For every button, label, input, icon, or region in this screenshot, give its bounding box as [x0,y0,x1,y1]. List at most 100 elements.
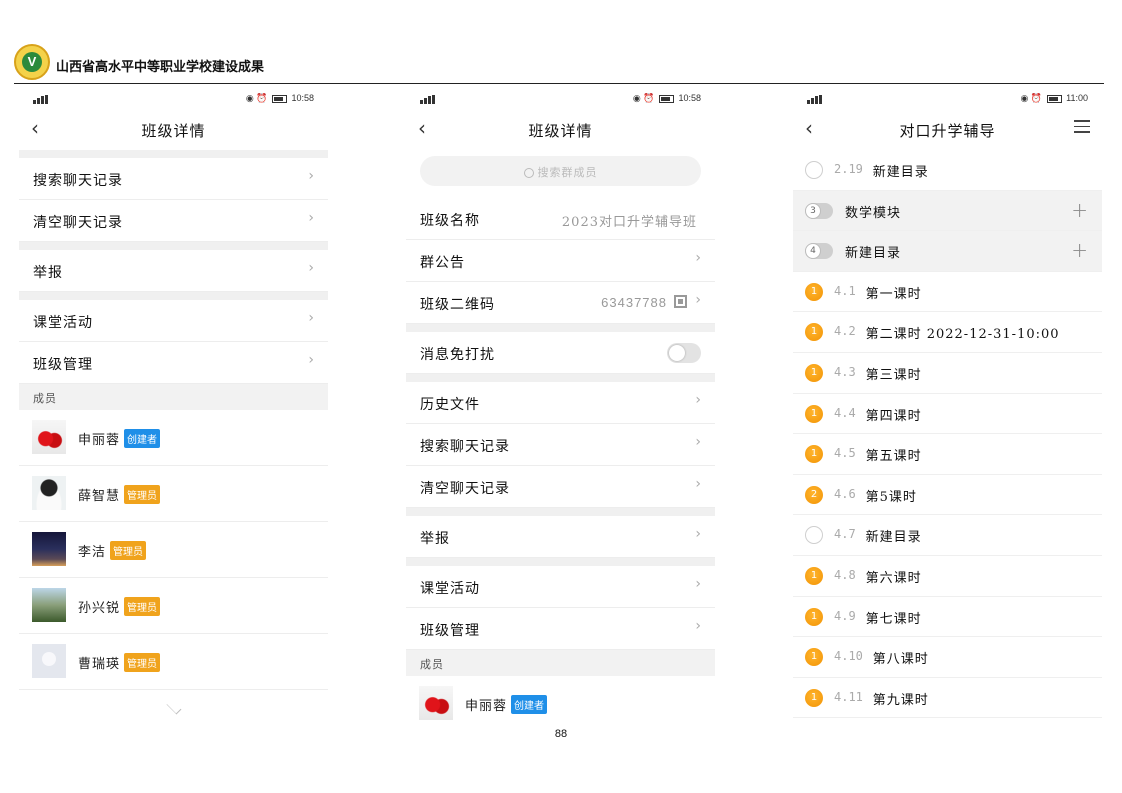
divider [406,558,715,566]
lesson-row[interactable]: 1 4.8 第六课时 [793,556,1102,597]
signal-icon [420,93,454,105]
page-number: 88 [554,728,568,740]
status-time: 11:00 [1066,93,1088,103]
lesson-number: 4.10 [834,649,863,664]
class-activity-row[interactable]: 课堂活动 › [19,300,328,342]
page-title: 对口升学辅导 [899,122,996,140]
lesson-number: 4.1 [834,283,856,298]
lesson-row[interactable]: 4.7 新建目录 [793,515,1102,556]
chevron-right-icon: › [308,352,314,368]
lesson-title: 第5课时 [865,489,917,505]
back-icon[interactable]: ‹ [805,116,813,140]
row-label: 课堂活动 [420,581,480,597]
member-row[interactable]: 孙兴锐 管理员 [19,578,328,634]
alarm-icon: ⏰ [1030,93,1043,103]
module-count: 3 [805,202,821,219]
row-label: 班级管理 [33,357,93,373]
add-icon[interactable]: + [1071,198,1088,222]
back-icon[interactable]: ‹ [31,116,39,140]
history-files-row[interactable]: 历史文件 › [406,382,715,424]
status-time: 10:58 [291,93,314,103]
group-notice-row[interactable]: 群公告 › [406,240,715,282]
do-not-disturb-toggle[interactable] [667,343,701,363]
lesson-row[interactable]: 1 4.2 第二课时 2022-12-31-10:00 [793,312,1102,353]
row-label: 班级二维码 [420,297,495,313]
nav-bar: ‹ 班级详情 [19,108,328,150]
status-bar: ◉ ⏰ 11:00 [793,88,1102,108]
phone-screen-course-directory: ◉ ⏰ 11:00 ‹ 对口升学辅导 2.19 新建目录 3 数学模块 +4 新建目录 +1… [793,88,1102,728]
module-row[interactable]: 4 新建目录 + [793,231,1102,272]
search-members-input[interactable]: 搜索群成员 [420,156,701,186]
admin-badge: 管理员 [110,541,147,560]
eye-icon: ◉ [632,93,641,103]
add-icon[interactable]: + [1071,238,1088,262]
lesson-row[interactable]: 1 4.11 第九课时 [793,678,1102,719]
class-activity-row[interactable]: 课堂活动 › [406,566,715,608]
eye-icon: ◉ [245,93,254,103]
lesson-number: 4.6 [834,486,856,501]
lesson-number: 4.4 [834,405,856,420]
qr-code-icon [674,295,687,308]
menu-icon[interactable] [1074,120,1090,133]
lesson-row[interactable]: 1 4.3 第三课时 [793,353,1102,394]
lesson-title: 数学模块 [845,205,902,221]
lesson-title: 第五课时 [865,449,922,465]
row-label: 班级管理 [420,623,480,639]
expand-members-button[interactable] [19,690,328,728]
chevron-right-icon: › [308,310,314,326]
chevron-right-icon: › [695,434,701,450]
lesson-number: 4.11 [834,689,863,704]
do-not-disturb-row: 消息免打扰 [406,332,715,374]
admin-badge: 管理员 [124,597,161,616]
signal-icon [33,93,67,105]
class-management-row[interactable]: 班级管理 › [406,608,715,650]
member-row[interactable]: 申丽蓉 创建者 [19,410,328,466]
lesson-title: 新建目录 [872,165,929,180]
lesson-row[interactable]: 1 4.9 第七课时 [793,597,1102,638]
member-name: 曹瑞瑛 [78,657,121,672]
lesson-number: 4.2 [834,324,856,339]
lesson-number: 4.7 [834,527,856,542]
member-row[interactable]: 薛智慧 管理员 [19,466,328,522]
member-row[interactable]: 李洁 管理员 [19,522,328,578]
school-logo-icon: V [14,44,50,80]
divider [19,150,328,158]
chevron-down-icon [166,699,181,715]
signal-icon [807,93,841,105]
lesson-row[interactable]: 2 4.6 第5课时 [793,475,1102,516]
clear-chat-history-row[interactable]: 清空聊天记录 › [19,200,328,242]
lesson-row[interactable]: 1 4.1 第一课时 [793,272,1102,313]
empty-circle-icon [805,526,823,545]
chevron-right-icon: › [308,260,314,276]
lesson-row[interactable]: 1 4.4 第四课时 [793,394,1102,435]
avatar [32,644,66,678]
module-row[interactable]: 3 数学模块 + [793,190,1102,232]
row-label: 消息免打扰 [420,347,495,363]
lesson-row[interactable]: 1 4.10 第八课时 [793,637,1102,678]
member-row[interactable]: 申丽蓉 创建者 [406,676,715,728]
module-toggle-icon: 4 [805,243,833,260]
search-chat-history-row[interactable]: 搜索聊天记录 › [19,158,328,200]
report-row[interactable]: 举报 › [406,516,715,558]
class-management-row[interactable]: 班级管理 › [19,342,328,384]
lesson-row[interactable]: 1 4.5 第五课时 [793,434,1102,475]
battery-icon [658,94,674,103]
row-label: 群公告 [420,255,465,271]
divider [19,242,328,250]
clear-chat-history-row[interactable]: 清空聊天记录 › [406,466,715,508]
member-row[interactable]: 曹瑞瑛 管理员 [19,634,328,690]
class-name-row[interactable]: 班级名称 2023对口升学辅导班 [406,198,715,240]
course-list: 2.19 新建目录 3 数学模块 +4 新建目录 +1 4.1 第一课时 1 4.2 第二课时 202… [793,150,1102,719]
progress-dot-icon: 1 [805,404,823,423]
lesson-row[interactable]: 2.19 新建目录 [793,150,1102,191]
status-bar: ◉ ⏰ 10:58 [406,88,715,108]
back-icon[interactable]: ‹ [418,116,426,140]
class-qr-code-row[interactable]: 班级二维码 63437788 › [406,282,715,324]
search-chat-history-row[interactable]: 搜索聊天记录 › [406,424,715,466]
report-row[interactable]: 举报 › [19,250,328,292]
progress-dot-icon: 1 [805,566,823,585]
lesson-title: 新建目录 [865,530,922,546]
member-name: 申丽蓉 [78,433,121,448]
lesson-title: 第八课时 [872,652,929,668]
search-placeholder: 搜索群成员 [537,166,598,179]
